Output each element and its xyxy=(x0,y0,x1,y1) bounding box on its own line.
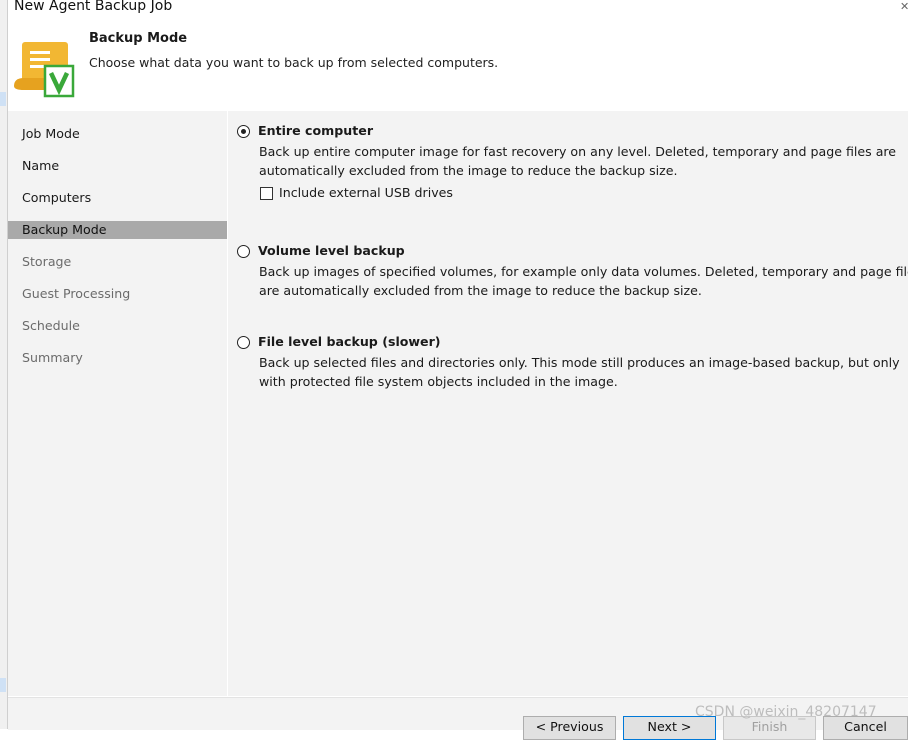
background-window-highlight xyxy=(0,678,6,692)
file-level-description-line: Back up selected files and directories o… xyxy=(259,355,900,370)
include-usb-checkbox[interactable] xyxy=(260,187,273,200)
watermark: CSDN @weixin_48207147 xyxy=(695,704,877,720)
entire-computer-description-line: automatically excluded from the image to… xyxy=(259,163,678,178)
include-usb-label[interactable]: Include external USB drives xyxy=(279,185,453,200)
wizard-step-sidebar: Job Mode Name Computers Backup Mode Stor… xyxy=(8,111,227,696)
entire-computer-description-line: Back up entire computer image for fast r… xyxy=(259,144,897,159)
backup-mode-panel: Entire computer Back up entire computer … xyxy=(228,111,908,696)
background-window-edge xyxy=(0,0,8,729)
previous-button[interactable]: < Previous xyxy=(523,716,616,740)
entire-computer-label[interactable]: Entire computer xyxy=(258,123,373,138)
entire-computer-radio[interactable] xyxy=(237,125,250,138)
background-window-highlight xyxy=(0,92,6,106)
volume-level-description-line: are automatically excluded from the imag… xyxy=(259,283,702,298)
sidebar-item-schedule[interactable]: Schedule xyxy=(8,317,227,335)
close-icon[interactable]: ✕ xyxy=(900,0,908,13)
volume-level-label[interactable]: Volume level backup xyxy=(258,243,405,258)
volume-level-radio[interactable] xyxy=(237,245,250,258)
sidebar-item-job-mode[interactable]: Job Mode xyxy=(8,125,227,143)
page-title: Backup Mode xyxy=(89,31,188,46)
volume-level-description-line: Back up images of specified volumes, for… xyxy=(259,264,908,279)
sidebar-item-backup-mode[interactable]: Backup Mode xyxy=(8,221,227,239)
page-subtitle: Choose what data you want to back up fro… xyxy=(89,55,499,70)
sidebar-item-guest-processing[interactable]: Guest Processing xyxy=(8,285,227,303)
sidebar-item-storage[interactable]: Storage xyxy=(8,253,227,271)
scroll-checkmark-icon xyxy=(14,42,75,98)
sidebar-item-name[interactable]: Name xyxy=(8,157,227,175)
file-level-radio[interactable] xyxy=(237,336,250,349)
file-level-description-line: with protected file system objects inclu… xyxy=(259,374,618,389)
file-level-label[interactable]: File level backup (slower) xyxy=(258,334,441,349)
window-title: New Agent Backup Job xyxy=(14,0,173,14)
sidebar-item-computers[interactable]: Computers xyxy=(8,189,227,207)
sidebar-item-summary[interactable]: Summary xyxy=(8,349,227,367)
